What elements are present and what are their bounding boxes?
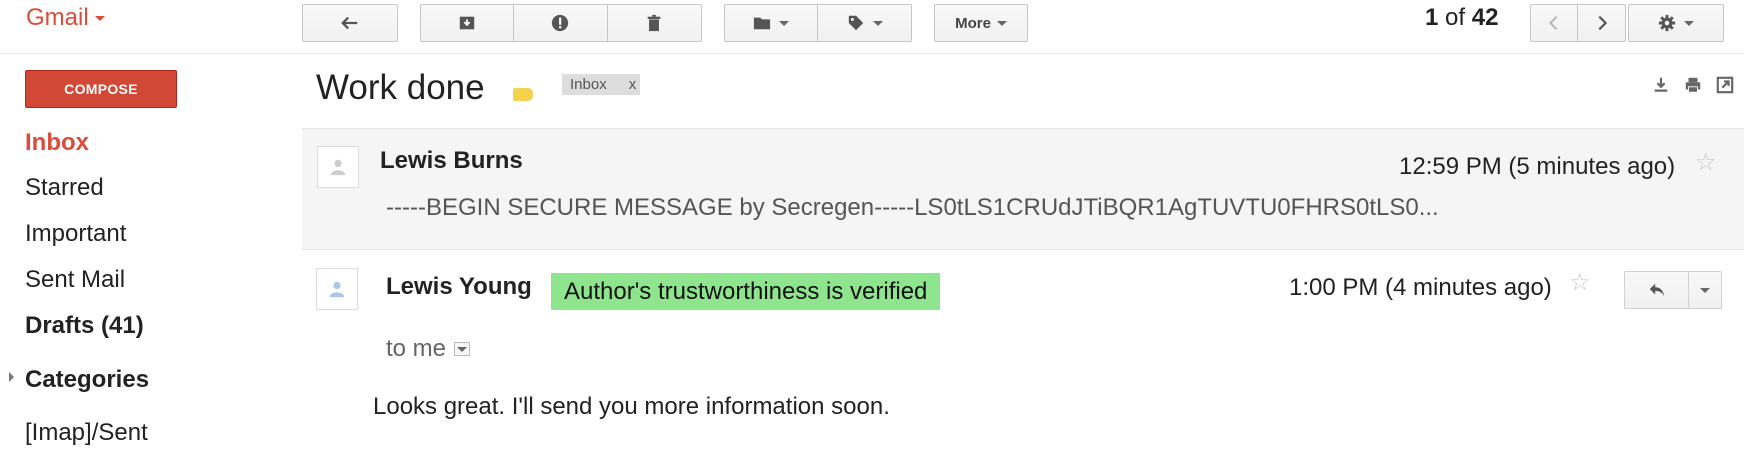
- chevron-down-icon: [996, 20, 1007, 26]
- pager-nav-group: [1530, 4, 1626, 42]
- sidebar-item-imap-sent[interactable]: [Imap]/Sent: [25, 419, 148, 447]
- chevron-down-icon: [872, 20, 883, 26]
- report-spam-button[interactable]: [514, 5, 608, 41]
- spam-icon: [552, 14, 569, 32]
- expand-all-icon[interactable]: [1652, 76, 1670, 94]
- new-window-icon[interactable]: [1716, 76, 1734, 94]
- message-time[interactable]: 12:59 PM (5 minutes ago): [1399, 153, 1675, 181]
- archive-icon: [459, 16, 475, 30]
- chevron-down-icon: [94, 15, 105, 21]
- remove-label-button[interactable]: x: [629, 76, 637, 93]
- settings-button[interactable]: [1628, 4, 1724, 42]
- compose-button[interactable]: COMPOSE: [25, 70, 177, 108]
- gmail-menu[interactable]: Gmail: [26, 4, 105, 32]
- sidebar-item-sent-mail[interactable]: Sent Mail: [25, 266, 125, 294]
- avatar: [317, 146, 359, 188]
- older-button[interactable]: [1578, 5, 1625, 41]
- chevron-down-icon: [779, 20, 789, 26]
- move-label-button-group: [724, 4, 912, 42]
- expand-arrow-icon[interactable]: [9, 372, 14, 382]
- sidebar-item-categories[interactable]: Categories: [25, 366, 149, 394]
- pager-of: of: [1445, 4, 1466, 31]
- show-details-button[interactable]: [454, 342, 471, 356]
- pager-total: 42: [1471, 4, 1499, 31]
- chevron-down-icon: [1684, 20, 1694, 26]
- star-icon[interactable]: ☆: [1569, 268, 1591, 297]
- recipient-line: to me: [386, 335, 471, 363]
- sidebar-item-drafts[interactable]: Drafts (41): [25, 312, 144, 340]
- move-to-button[interactable]: [725, 5, 818, 41]
- to-me-label: to me: [386, 335, 447, 362]
- top-toolbar: Gmail More 1 of 42: [0, 0, 1744, 54]
- print-icon[interactable]: [1684, 76, 1702, 94]
- thread-actions: [1652, 76, 1734, 94]
- inbox-chip-label: Inbox: [570, 76, 607, 93]
- star-icon[interactable]: ☆: [1695, 148, 1717, 177]
- sidebar-item-starred[interactable]: Starred: [25, 174, 104, 202]
- sender-name[interactable]: Lewis Burns: [380, 147, 523, 175]
- reply-icon: [1649, 283, 1664, 297]
- sidebar-item-inbox[interactable]: Inbox: [25, 129, 89, 157]
- more-actions-button[interactable]: [1689, 272, 1721, 308]
- avatar: [316, 268, 358, 310]
- message-collapsed[interactable]: Lewis Burns 12:59 PM (5 minutes ago) ☆ -…: [302, 128, 1744, 250]
- message-snippet: -----BEGIN SECURE MESSAGE by Secregen---…: [386, 194, 1439, 221]
- pager: 1 of 42: [1425, 4, 1498, 32]
- delete-button[interactable]: [608, 5, 701, 41]
- trash-icon: [648, 14, 661, 32]
- person-icon: [329, 281, 345, 298]
- more-button[interactable]: More: [934, 4, 1028, 42]
- label-icon: [848, 15, 863, 31]
- reply-button[interactable]: [1625, 272, 1689, 308]
- thread-subject: Work done: [316, 68, 485, 107]
- newer-button[interactable]: [1531, 5, 1579, 41]
- gear-icon: [1658, 14, 1676, 32]
- back-button[interactable]: [302, 4, 398, 42]
- chevron-down-icon: [1700, 287, 1710, 293]
- archive-button[interactable]: [421, 5, 515, 41]
- message-body: Looks great. I'll send you more informat…: [373, 393, 890, 420]
- chevron-left-icon: [1548, 15, 1558, 31]
- sidebar-item-important[interactable]: Important: [25, 220, 126, 248]
- pager-current: 1: [1425, 4, 1439, 31]
- verified-badge: Author's trustworthiness is verified: [551, 273, 941, 310]
- sender-name[interactable]: Lewis Young: [386, 273, 532, 301]
- chevron-down-icon: [457, 346, 468, 352]
- person-icon: [330, 159, 346, 176]
- important-marker-icon[interactable]: [513, 88, 533, 101]
- action-button-group: [420, 4, 702, 42]
- folder-icon: [753, 17, 771, 30]
- back-arrow-icon: [341, 16, 358, 30]
- message-time[interactable]: 1:00 PM (4 minutes ago): [1289, 274, 1552, 302]
- inbox-label-chip: Inbox x: [562, 74, 640, 95]
- reply-button-group: [1624, 271, 1722, 309]
- more-label: More: [955, 14, 991, 32]
- gmail-label: Gmail: [26, 4, 89, 31]
- labels-button[interactable]: [818, 5, 911, 41]
- chevron-right-icon: [1598, 15, 1607, 31]
